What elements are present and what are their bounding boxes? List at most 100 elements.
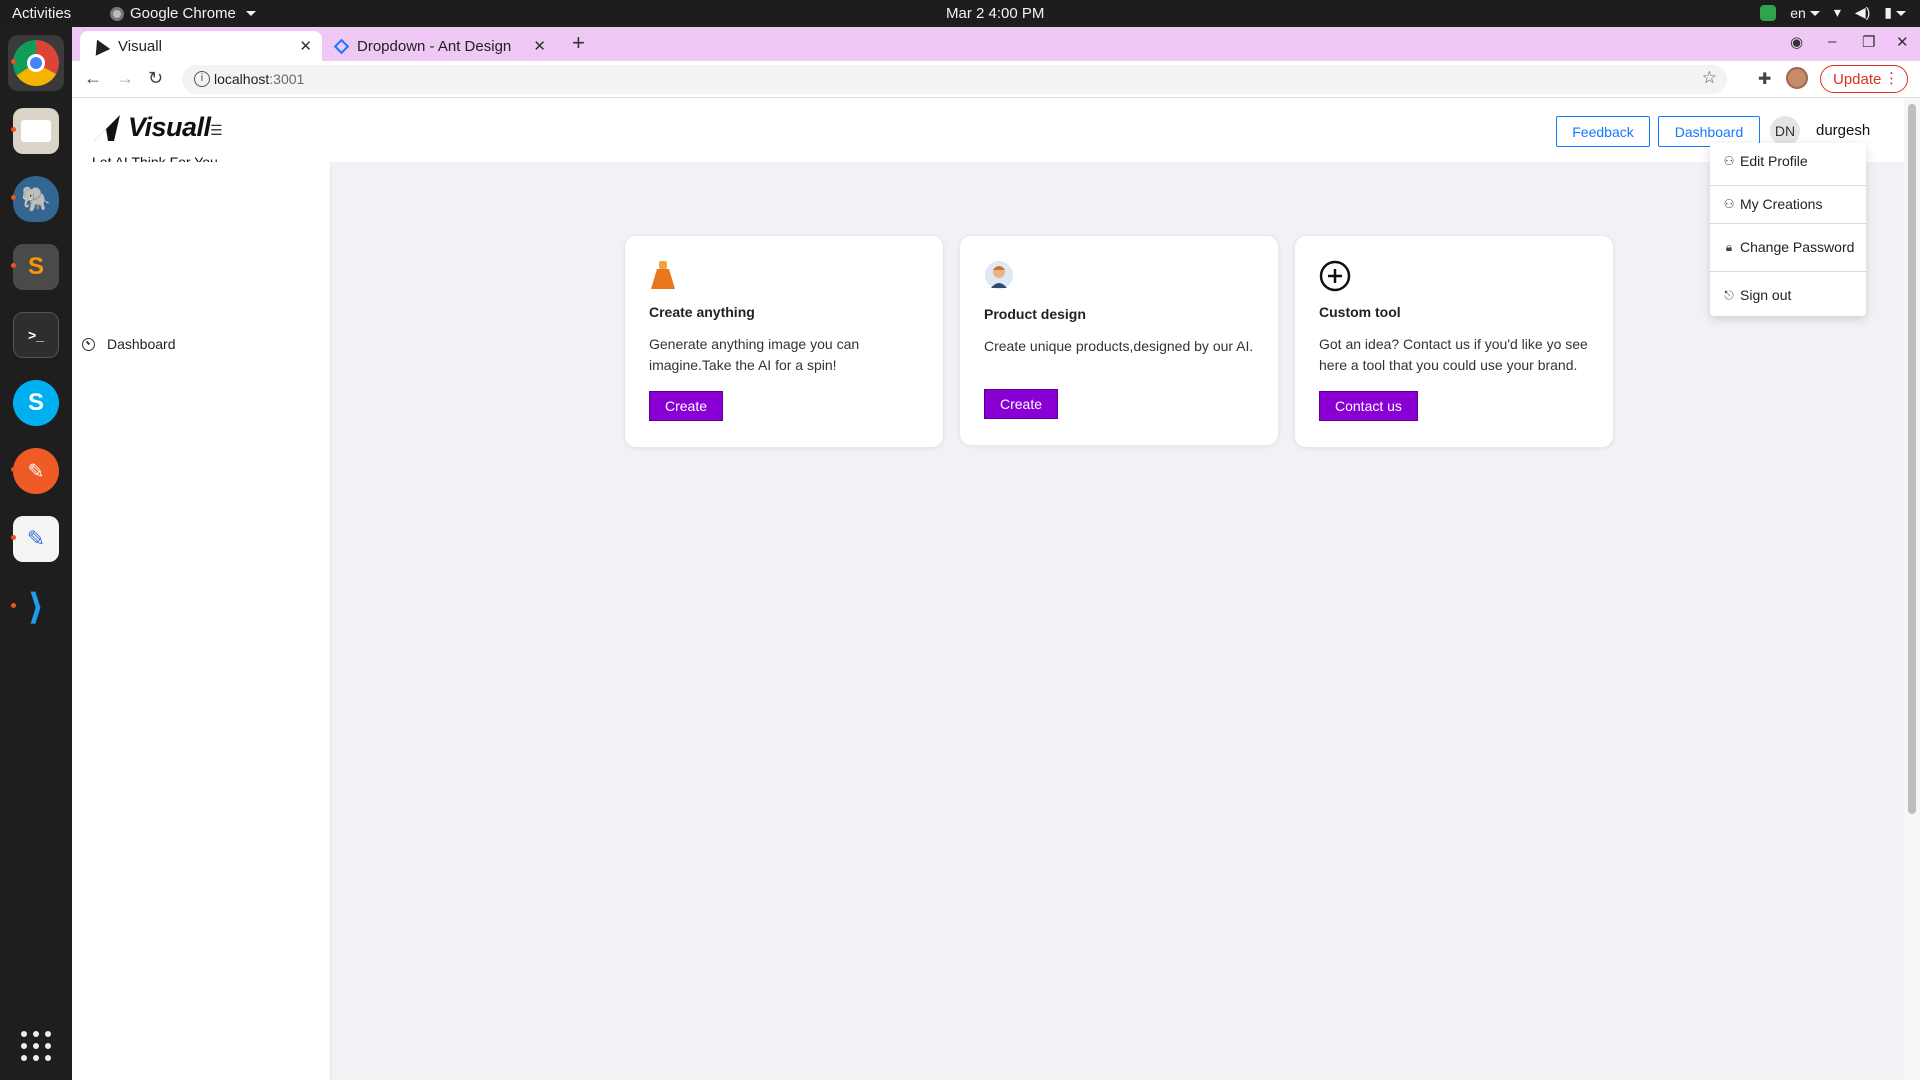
- kebab-menu-icon: ⋮: [1884, 70, 1899, 87]
- sublime-icon: S: [13, 244, 59, 290]
- user-icon: ⚇: [1723, 197, 1735, 211]
- brand-name: Visuall: [128, 112, 211, 142]
- dock: 🐘 S >_ S ✎ ✎ ⟩: [0, 27, 72, 1080]
- dock-terminal[interactable]: >_: [8, 307, 64, 363]
- dock-text-editor[interactable]: ✎: [8, 511, 64, 567]
- menu-item-my-creations[interactable]: ⚇ My Creations: [1710, 186, 1866, 222]
- forward-icon[interactable]: →: [116, 68, 134, 89]
- card-create-anything: Create anything Generate anything image …: [624, 235, 944, 448]
- wifi-icon: ▾: [1833, 4, 1841, 20]
- text-editor-icon: ✎: [13, 516, 59, 562]
- info-icon[interactable]: i: [194, 71, 210, 87]
- chevron-down-icon: [245, 11, 256, 16]
- language-indicator[interactable]: en: [1790, 5, 1820, 21]
- card-description: Create unique products,designed by our A…: [984, 338, 1254, 354]
- dock-vscode[interactable]: ⟩: [8, 579, 64, 635]
- card-title: Custom tool: [1319, 304, 1401, 320]
- tab-strip: Visuall ✕ Dropdown - Ant Design ✕ + ◉ – …: [72, 27, 1920, 61]
- feedback-button[interactable]: Feedback: [1556, 116, 1650, 147]
- menu-item-change-password[interactable]: 🔒︎ Change Password: [1710, 229, 1866, 265]
- menu-item-sign-out[interactable]: ⎋ Sign out: [1710, 277, 1866, 313]
- bookmark-star-icon[interactable]: ☆: [1702, 68, 1717, 88]
- menu-item-label: Edit Profile: [1740, 153, 1808, 169]
- address-bar[interactable]: i localhost:3001 ☆: [182, 65, 1727, 94]
- terminal-icon: >_: [13, 312, 59, 358]
- update-button[interactable]: Update ⋮: [1820, 65, 1908, 93]
- tab-title: Visuall: [118, 37, 162, 55]
- person-avatar-icon: [985, 261, 1013, 289]
- browser-toolbar: ← → ↻ i localhost:3001 ☆ ✚ Update ⋮: [72, 61, 1920, 98]
- username[interactable]: durgesh: [1816, 122, 1870, 139]
- divider: [1710, 271, 1866, 272]
- system-top-bar: Activities Google Chrome Mar 2 4:00 PM e…: [0, 0, 1920, 27]
- avatar[interactable]: DN: [1770, 116, 1800, 146]
- divider: [1710, 223, 1866, 224]
- dock-chrome[interactable]: [8, 35, 64, 91]
- clock[interactable]: Mar 2 4:00 PM: [946, 5, 1044, 22]
- visuall-favicon-icon: [89, 36, 111, 56]
- user-icon: ⚇: [1723, 154, 1735, 168]
- tab-title: Dropdown - Ant Design: [357, 37, 512, 55]
- activities-button[interactable]: Activities: [12, 5, 71, 22]
- visuall-logo-icon: [94, 114, 120, 141]
- menu-item-label: My Creations: [1740, 196, 1823, 212]
- dock-sublime[interactable]: S: [8, 239, 64, 295]
- minimize-icon[interactable]: –: [1828, 33, 1836, 50]
- page-scrollbar[interactable]: [1904, 98, 1920, 1080]
- close-icon[interactable]: ✕: [533, 37, 546, 55]
- restore-icon[interactable]: ❐: [1862, 33, 1875, 51]
- card-title: Create anything: [649, 304, 755, 320]
- sidebar: Dashboard: [72, 162, 331, 1080]
- profile-avatar[interactable]: [1786, 67, 1808, 89]
- create-button[interactable]: Create: [649, 391, 724, 421]
- menu-item-label: Change Password: [1740, 239, 1855, 255]
- menu-item-label: Sign out: [1740, 287, 1792, 303]
- menu-item-edit-profile[interactable]: ⚇ Edit Profile: [1710, 143, 1866, 179]
- close-window-icon[interactable]: ✕: [1896, 33, 1909, 51]
- back-icon[interactable]: ←: [84, 68, 102, 89]
- tab-search-icon[interactable]: ◉: [1790, 33, 1803, 51]
- dock-files[interactable]: [8, 103, 64, 159]
- vscode-icon: ⟩: [27, 586, 45, 627]
- logout-icon: ⎋: [1724, 287, 1734, 302]
- app-menu[interactable]: Google Chrome: [110, 5, 256, 22]
- user-menu-dropdown: ⚇ Edit Profile ⚇ My Creations 🔒︎ Change …: [1710, 143, 1866, 316]
- volume-icon: ◀): [1854, 4, 1871, 20]
- dock-skype[interactable]: S: [8, 375, 64, 431]
- tab-dropdown-ant-design[interactable]: Dropdown - Ant Design ✕: [324, 31, 556, 61]
- card-description: Got an idea? Contact us if you'd like yo…: [1319, 336, 1588, 373]
- card-description: Generate anything image you can imagine.…: [649, 336, 860, 373]
- skype-icon: S: [13, 380, 59, 426]
- files-icon: [13, 108, 59, 154]
- url-text: localhost:3001: [214, 71, 305, 87]
- menu-fold-icon[interactable]: ☰: [210, 122, 223, 139]
- status-check-icon: [1760, 4, 1777, 21]
- dock-postgres[interactable]: 🐘: [8, 171, 64, 227]
- dress-icon: [651, 261, 675, 289]
- card-title: Product design: [984, 306, 1086, 322]
- dock-postman[interactable]: ✎: [8, 443, 64, 499]
- web-page: Visuall ☰ Let AI Think For You Feedback …: [72, 98, 1920, 1080]
- app-menu-label: Google Chrome: [130, 5, 236, 22]
- brand-logo[interactable]: Visuall: [92, 112, 211, 143]
- dock-app-grid[interactable]: [8, 1018, 64, 1074]
- app-grid-icon: [21, 1031, 51, 1061]
- card-custom-tool: Custom tool Got an idea? Contact us if y…: [1294, 235, 1614, 448]
- close-icon[interactable]: ✕: [299, 37, 312, 55]
- battery-icon: ▮: [1884, 4, 1906, 21]
- create-button[interactable]: Create: [984, 389, 1059, 419]
- app-header: Visuall ☰ Let AI Think For You Feedback …: [72, 98, 1904, 170]
- card-product-design: Product design Create unique products,de…: [959, 235, 1279, 446]
- plus-circle-icon: [1319, 260, 1351, 292]
- scrollbar-thumb[interactable]: [1908, 104, 1916, 814]
- sidebar-item-dashboard[interactable]: Dashboard: [82, 336, 176, 352]
- contact-us-button[interactable]: Contact us: [1319, 391, 1418, 421]
- extensions-puzzle-icon[interactable]: ✚: [1758, 69, 1771, 89]
- reload-icon[interactable]: ↻: [148, 68, 163, 89]
- update-label: Update: [1833, 70, 1882, 88]
- ant-design-favicon-icon: [333, 38, 350, 54]
- chrome-icon: [13, 40, 59, 86]
- system-tray[interactable]: en ▾ ◀) ▮: [1760, 4, 1906, 21]
- tab-visuall[interactable]: Visuall ✕: [80, 31, 322, 61]
- new-tab-button[interactable]: +: [572, 32, 585, 54]
